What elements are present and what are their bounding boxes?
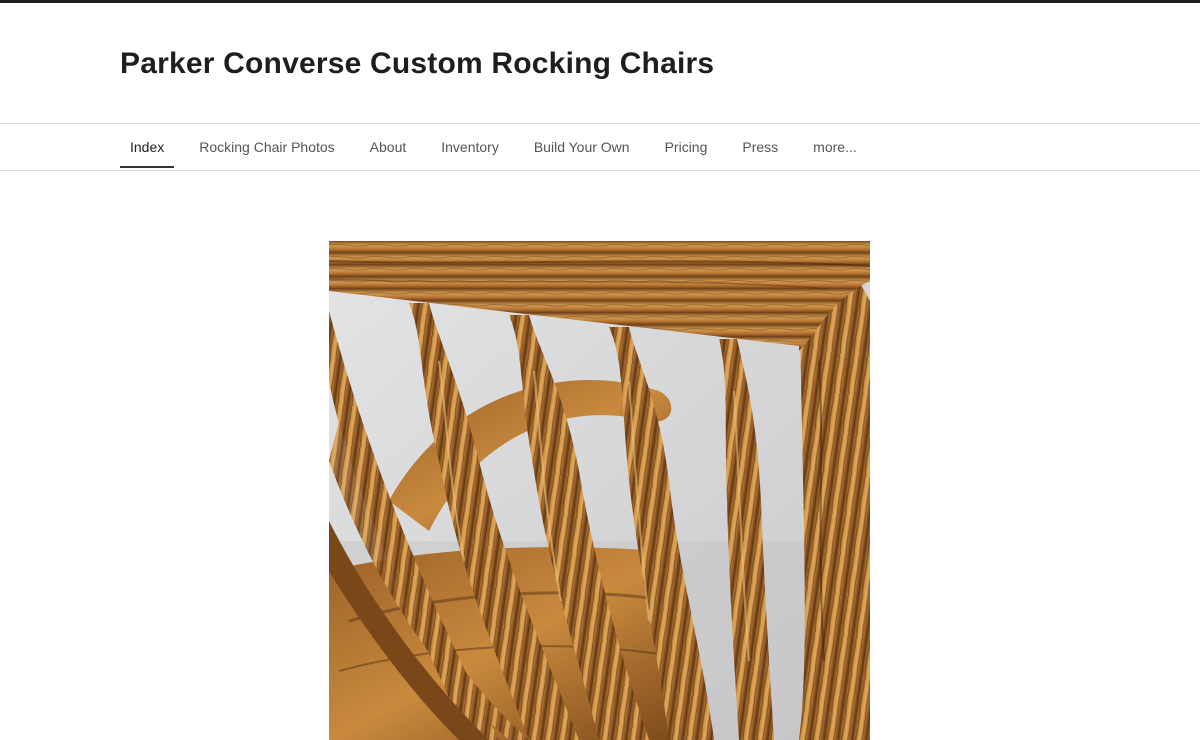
site-title[interactable]: Parker Converse Custom Rocking Chairs	[120, 47, 714, 81]
site-header: Parker Converse Custom Rocking Chairs	[0, 3, 1200, 123]
rocking-chair-photo[interactable]	[329, 241, 870, 740]
nav-item-rocking-chair-photos[interactable]: Rocking Chair Photos	[189, 124, 344, 170]
nav-item-inventory[interactable]: Inventory	[431, 124, 509, 170]
main-navigation: Index Rocking Chair Photos About Invento…	[0, 123, 1200, 171]
nav-item-about[interactable]: About	[360, 124, 417, 170]
nav-item-more[interactable]: more...	[803, 124, 867, 170]
nav-item-pricing[interactable]: Pricing	[655, 124, 718, 170]
nav-item-build-your-own[interactable]: Build Your Own	[524, 124, 640, 170]
rocking-chair-illustration	[329, 241, 870, 740]
nav-item-index[interactable]: Index	[120, 124, 175, 170]
nav-item-press[interactable]: Press	[732, 124, 788, 170]
nav-list: Index Rocking Chair Photos About Invento…	[120, 124, 867, 170]
